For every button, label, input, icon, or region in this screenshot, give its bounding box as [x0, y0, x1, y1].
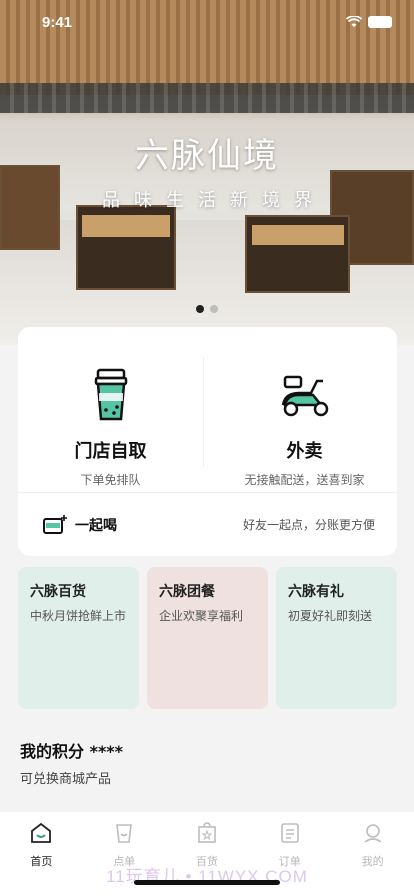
banner-pastry-tray	[252, 225, 344, 245]
banner-pastry-tray	[82, 215, 170, 237]
group-order-row[interactable]: 一起喝 好友一起点，分账更方便	[18, 493, 397, 556]
group-order-label: 一起喝	[75, 518, 117, 534]
status-indicators	[346, 16, 392, 28]
promo-tile-title: 六脉团餐	[159, 584, 215, 600]
promo-tile-gifts[interactable]: 六脉有礼 初夏好礼即刻送	[276, 567, 397, 709]
status-bar: 9:41	[0, 0, 414, 44]
cup-icon	[94, 368, 127, 421]
battery-icon	[368, 16, 392, 28]
carousel-indicator	[0, 305, 414, 313]
status-time: 9:41	[42, 14, 73, 31]
pickup-title: 门店自取	[74, 441, 147, 462]
delivery-option[interactable]: 外卖 无接触配送，送喜到家	[212, 357, 397, 497]
app-screen: 9:41 六脉仙境 品味生活新境界 门店自取 下单免排队 外卖 无接触配送，送喜…	[0, 0, 414, 896]
receipt-icon	[280, 823, 299, 843]
promo-tile-desc: 初夏好礼即刻送	[288, 609, 373, 623]
promo-tile-group-meal[interactable]: 六脉团餐 企业欢聚享福利	[147, 567, 268, 709]
promo-tile-department-store[interactable]: 六脉百货 中秋月饼抢鲜上市	[18, 567, 139, 709]
points-title: 我的积分 ****	[20, 742, 124, 761]
promo-tile-desc: 企业欢聚享福利	[159, 609, 244, 623]
order-cup-icon	[116, 824, 133, 843]
bag-icon	[198, 822, 216, 843]
scooter-icon	[281, 375, 328, 417]
points-section[interactable]: 我的积分 **** 可兑换商城产品	[20, 738, 123, 787]
group-order-desc: 好友一起点，分账更方便	[242, 518, 375, 532]
cups-plus-icon	[43, 515, 67, 534]
delivery-desc: 无接触配送，送喜到家	[244, 473, 365, 487]
home-icon	[31, 822, 52, 843]
home-indicator[interactable]	[134, 880, 280, 885]
profile-icon	[364, 824, 382, 843]
divider	[203, 357, 204, 467]
order-card: 门店自取 下单免排队 外卖 无接触配送，送喜到家 一起喝 好友一起点，分账更方便	[18, 327, 397, 556]
delivery-title: 外卖	[286, 441, 323, 462]
banner-title: 六脉仙境	[135, 136, 279, 176]
promo-tile-title: 六脉百货	[30, 584, 86, 600]
promo-tiles: 六脉百货 中秋月饼抢鲜上市 六脉团餐 企业欢聚享福利 六脉有礼 初夏好礼即刻送	[18, 567, 397, 709]
promo-tile-desc: 中秋月饼抢鲜上市	[30, 609, 127, 623]
wifi-icon	[346, 16, 362, 27]
promo-tile-title: 六脉有礼	[288, 584, 344, 600]
pickup-option[interactable]: 门店自取 下单免排队	[18, 357, 203, 497]
carousel-dot[interactable]	[210, 305, 218, 313]
pickup-desc: 下单免排队	[80, 473, 141, 487]
carousel-dot-active[interactable]	[196, 305, 204, 313]
points-subtitle: 可兑换商城产品	[20, 772, 112, 787]
banner-subtitle: 品味生活新境界	[102, 190, 326, 211]
banner-carousel[interactable]: 9:41 六脉仙境 品味生活新境界	[0, 0, 414, 345]
